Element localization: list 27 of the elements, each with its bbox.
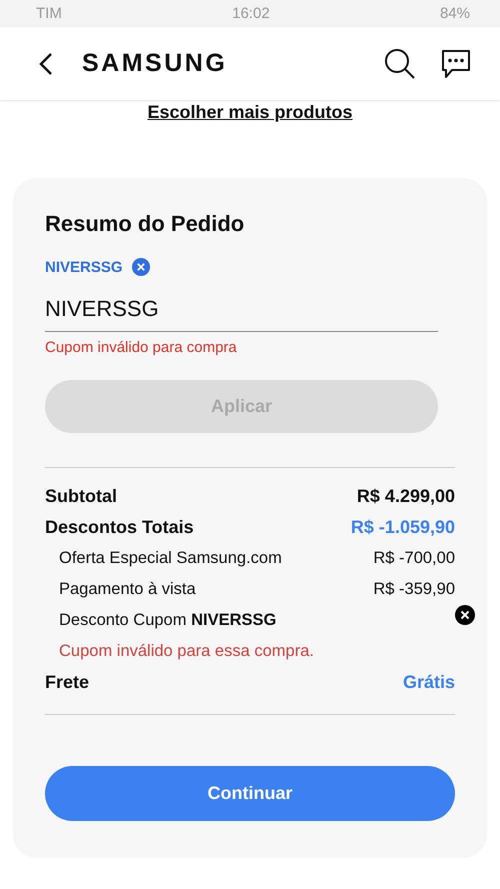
remove-coupon-icon[interactable] (132, 258, 150, 276)
discount-label: Oferta Especial Samsung.com (59, 549, 282, 568)
summary-label: Subtotal (45, 486, 117, 507)
summary-value: R$ -1.059,90 (350, 517, 455, 538)
brand-logo: SAMSUNG (82, 49, 228, 78)
clock-label: 16:02 (232, 5, 270, 22)
discount-label: Pagamento à vista (59, 580, 196, 599)
summary-value: R$ 4.299,00 (356, 486, 455, 507)
discount-value: R$ -700,00 (373, 549, 455, 568)
continue-button[interactable]: Continuar (45, 766, 455, 821)
coupon-discount-error-text: Cupom inválido para essa compra. (58, 641, 315, 662)
discount-value: R$ -359,90 (373, 580, 455, 599)
coupon-input-field[interactable]: NIVERSSG (45, 292, 438, 332)
summary-value: Grátis (402, 672, 455, 693)
chat-icon[interactable] (440, 48, 472, 78)
battery-label: 84% (440, 5, 470, 22)
back-icon[interactable] (38, 52, 54, 76)
coupon-error-text: Cupom inválido para compra (45, 339, 238, 356)
summary-title: Resumo do Pedido (45, 212, 246, 236)
search-icon[interactable] (384, 48, 416, 80)
close-icon[interactable] (455, 605, 475, 625)
coupon-discount-label: Desconto Cupom NIVERSSG (59, 611, 276, 630)
carrier-label: TIM (36, 5, 62, 22)
choose-more-products-link[interactable]: Escolher mais produtos (147, 102, 353, 123)
coupon-code-label: NIVERSSG (45, 258, 123, 276)
summary-label: Descontos Totais (45, 517, 194, 538)
summary-label: Frete (45, 672, 90, 693)
